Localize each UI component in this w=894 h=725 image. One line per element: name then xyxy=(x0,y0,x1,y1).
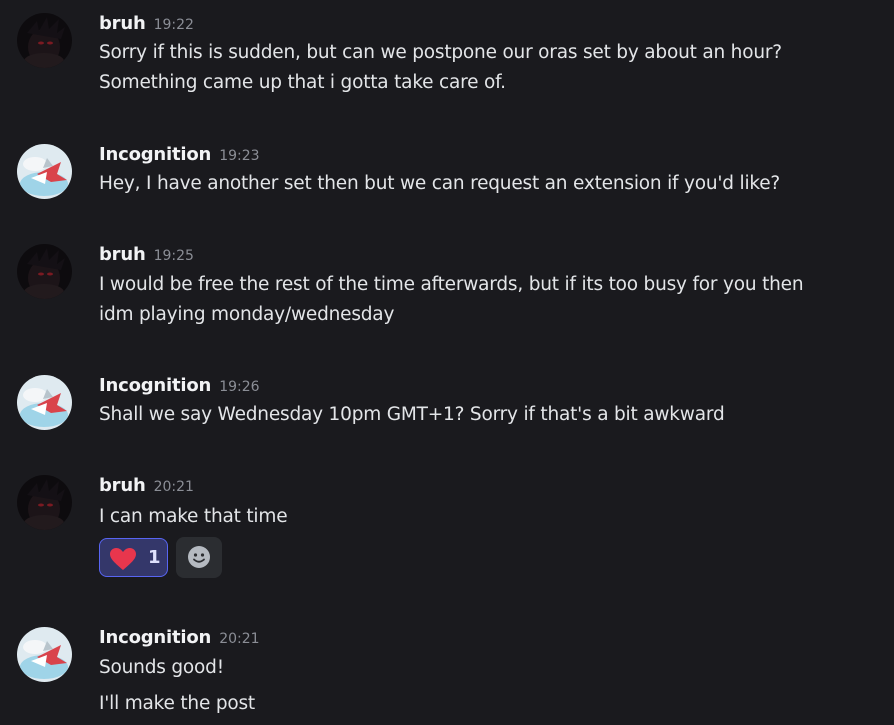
avatar-bird-icon xyxy=(17,627,72,682)
message-text: Sounds good! xyxy=(99,657,224,678)
message-text: I can make that time xyxy=(99,506,288,527)
message-header: Incognition 20:21 xyxy=(99,627,260,651)
message-text: Shall we say Wednesday 10pm GMT+1? Sorry… xyxy=(99,404,725,425)
message-header: bruh 19:25 xyxy=(99,244,194,268)
timestamp: 20:21 xyxy=(219,631,260,647)
avatar-dark-character-icon xyxy=(17,475,72,530)
add-reaction-button[interactable] xyxy=(176,537,222,578)
message-text: I would be free the rest of the time aft… xyxy=(99,274,804,295)
timestamp: 19:23 xyxy=(219,148,260,164)
author-name[interactable]: bruh xyxy=(99,13,146,34)
avatar-bird-icon xyxy=(17,375,72,430)
author-name[interactable]: Incognition xyxy=(99,375,211,396)
author-name[interactable]: bruh xyxy=(99,475,146,496)
avatar-dark-character-icon xyxy=(17,244,72,299)
reaction-count: 1 xyxy=(148,547,161,568)
avatar-incognition[interactable] xyxy=(17,627,72,682)
author-name[interactable]: bruh xyxy=(99,244,146,265)
timestamp: 20:21 xyxy=(153,479,194,495)
message-text: Hey, I have another set then but we can … xyxy=(99,173,781,194)
avatar-dark-character-icon xyxy=(17,13,72,68)
reaction-button[interactable]: 1 xyxy=(99,538,168,577)
author-name[interactable]: Incognition xyxy=(99,144,211,165)
avatar-bruh[interactable] xyxy=(17,13,72,68)
message-text: I'll make the post xyxy=(99,693,255,714)
message-text: idm playing monday/wednesday xyxy=(99,304,395,325)
message-header: Incognition 19:26 xyxy=(99,375,260,399)
avatar-bruh[interactable] xyxy=(17,244,72,299)
message-header: Incognition 19:23 xyxy=(99,144,260,168)
heart-icon xyxy=(110,548,136,570)
avatar-bird-icon xyxy=(17,144,72,199)
timestamp: 19:26 xyxy=(219,379,260,395)
add-reaction-smiley-icon xyxy=(188,546,210,568)
message-header: bruh 19:22 xyxy=(99,13,194,37)
message-text: Sorry if this is sudden, but can we post… xyxy=(99,42,782,63)
timestamp: 19:25 xyxy=(153,248,194,264)
chat-message-list: bruh 19:22 Sorry if this is sudden, but c… xyxy=(0,0,894,725)
avatar-incognition[interactable] xyxy=(17,375,72,430)
avatar-bruh[interactable] xyxy=(17,475,72,530)
message-header: bruh 20:21 xyxy=(99,475,194,499)
avatar-incognition[interactable] xyxy=(17,144,72,199)
timestamp: 19:22 xyxy=(153,17,194,33)
author-name[interactable]: Incognition xyxy=(99,627,211,648)
message-text: Something came up that i gotta take care… xyxy=(99,72,506,93)
